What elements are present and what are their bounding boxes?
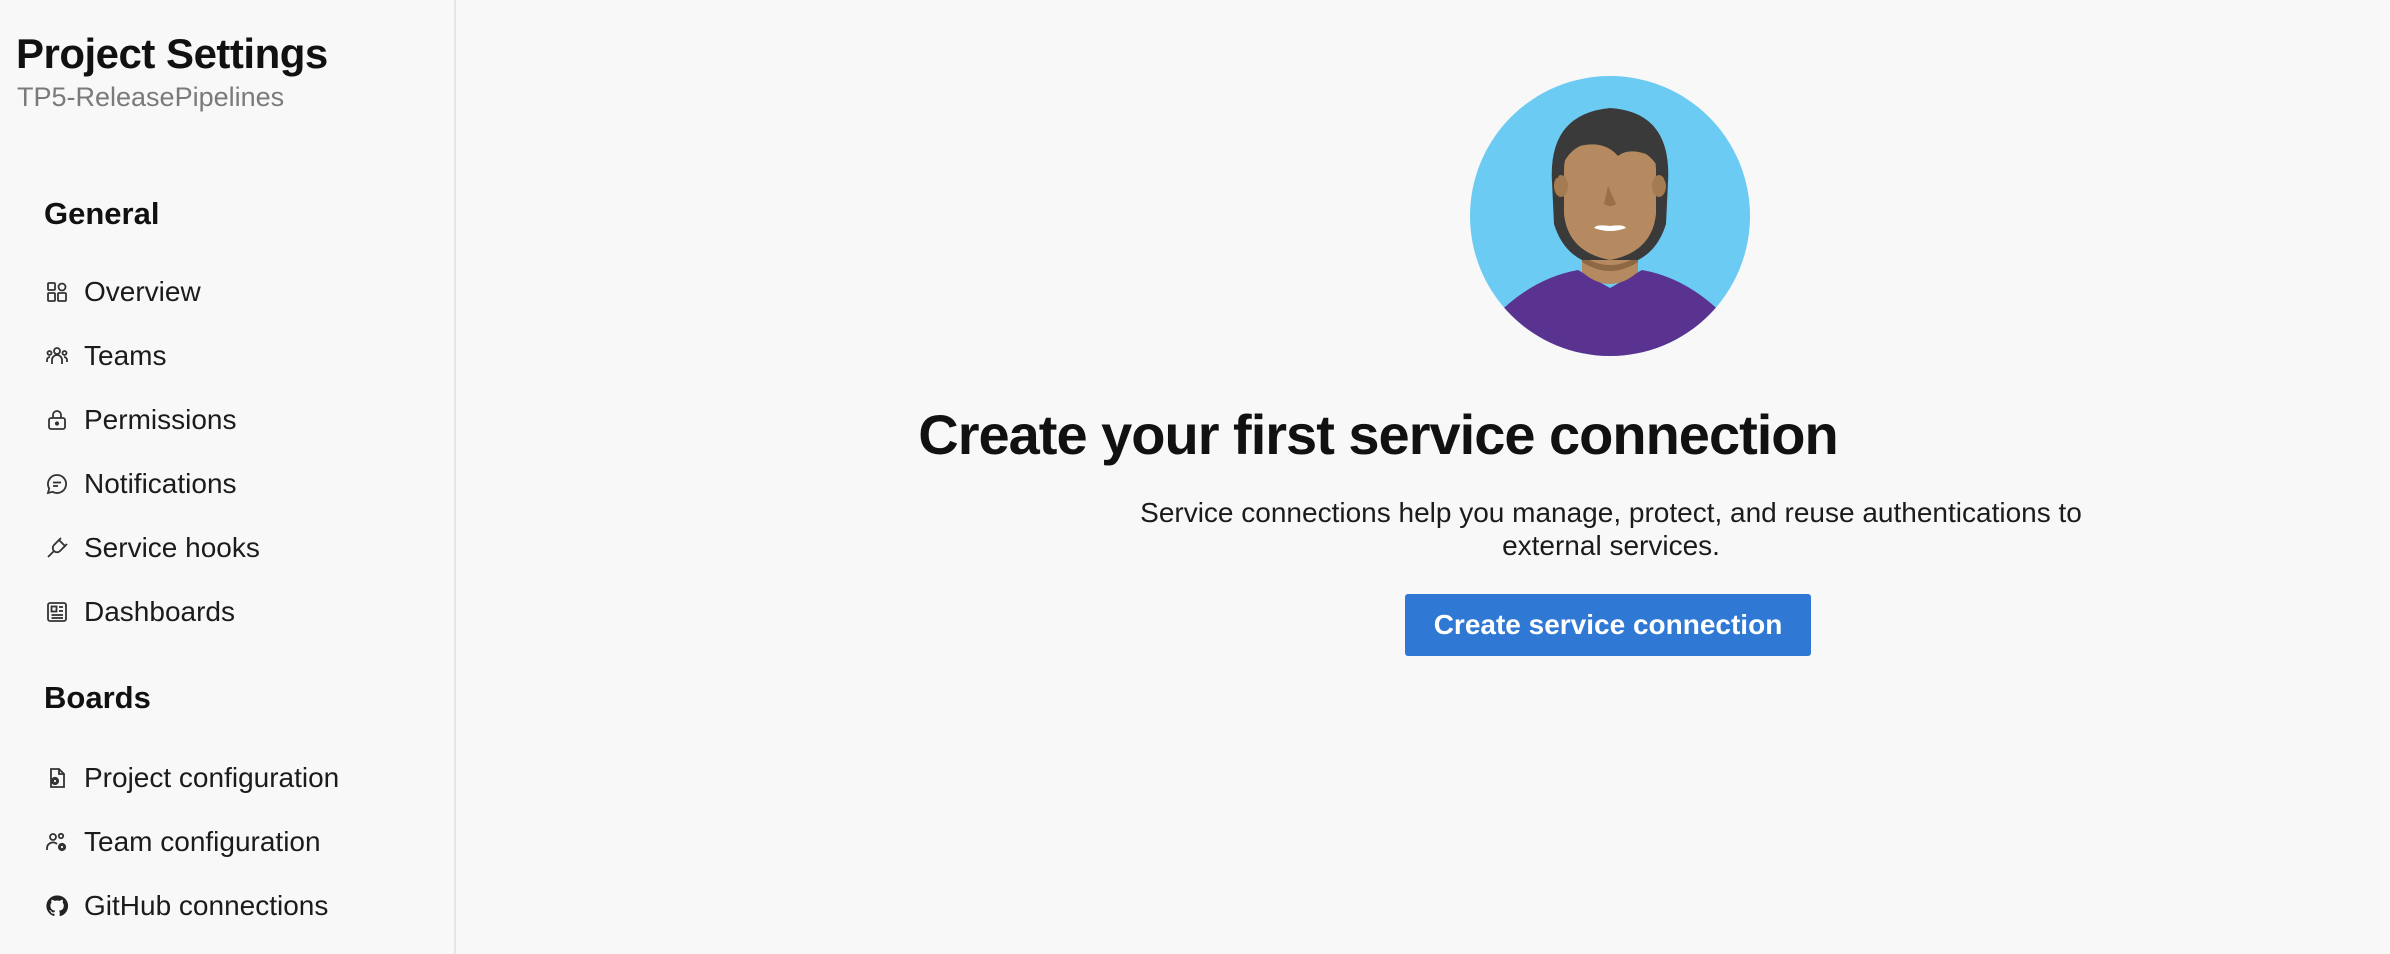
document-gear-icon <box>44 765 70 791</box>
github-icon <box>44 893 70 919</box>
sidebar-item-label: Service hooks <box>84 532 260 563</box>
people-gear-icon <box>44 829 70 855</box>
sidebar-item-github-connections[interactable]: GitHub connections <box>44 884 328 928</box>
chat-bubble-icon <box>44 471 70 497</box>
sidebar-item-label: Overview <box>84 276 201 307</box>
sidebar-item-label: Permissions <box>84 404 237 435</box>
app-window: Project Settings TP5-ReleasePipelines Ge… <box>0 0 2390 954</box>
overview-icon <box>44 279 70 305</box>
sidebar-item-project-configuration[interactable]: Project configuration <box>44 756 339 800</box>
sidebar-title: Project Settings <box>16 30 328 77</box>
sidebar-item-permissions[interactable]: Permissions <box>44 398 236 442</box>
sidebar-item-dashboards[interactable]: Dashboards <box>44 590 235 634</box>
section-heading-general: General <box>44 196 160 231</box>
empty-state-description: Service connections help you manage, pro… <box>1140 497 2082 561</box>
sidebar-item-label: Project configuration <box>84 762 340 793</box>
empty-state-title: Create your first service connection <box>918 403 1838 466</box>
lock-icon <box>44 407 70 433</box>
sidebar-item-notifications[interactable]: Notifications <box>44 462 237 506</box>
sidebar-item-label: Notifications <box>84 468 237 499</box>
sidebar-item-label: Teams <box>84 340 167 371</box>
plug-icon <box>44 535 70 561</box>
sidebar-item-teams[interactable]: Teams <box>44 334 166 378</box>
sidebar-item-service-hooks[interactable]: Service hooks <box>44 526 260 570</box>
sidebar-item-label: Team configuration <box>84 826 321 857</box>
sidebar-item-label: Dashboards <box>84 596 235 627</box>
sidebar-item-team-configuration[interactable]: Team configuration <box>44 820 321 864</box>
section-heading-boards: Boards <box>44 680 151 715</box>
teams-icon <box>44 343 70 369</box>
sidebar: Project Settings TP5-ReleasePipelines Ge… <box>0 0 456 954</box>
sidebar-item-label: GitHub connections <box>84 890 329 921</box>
sidebar-item-overview[interactable]: Overview <box>44 270 201 314</box>
main-content: Create your first service connection Ser… <box>456 0 2390 954</box>
sidebar-project-name: TP5-ReleasePipelines <box>17 82 285 112</box>
person-avatar-illustration <box>1468 74 1752 358</box>
create-service-connection-button[interactable]: Create service connection <box>1405 594 1811 656</box>
dashboard-icon <box>44 599 70 625</box>
